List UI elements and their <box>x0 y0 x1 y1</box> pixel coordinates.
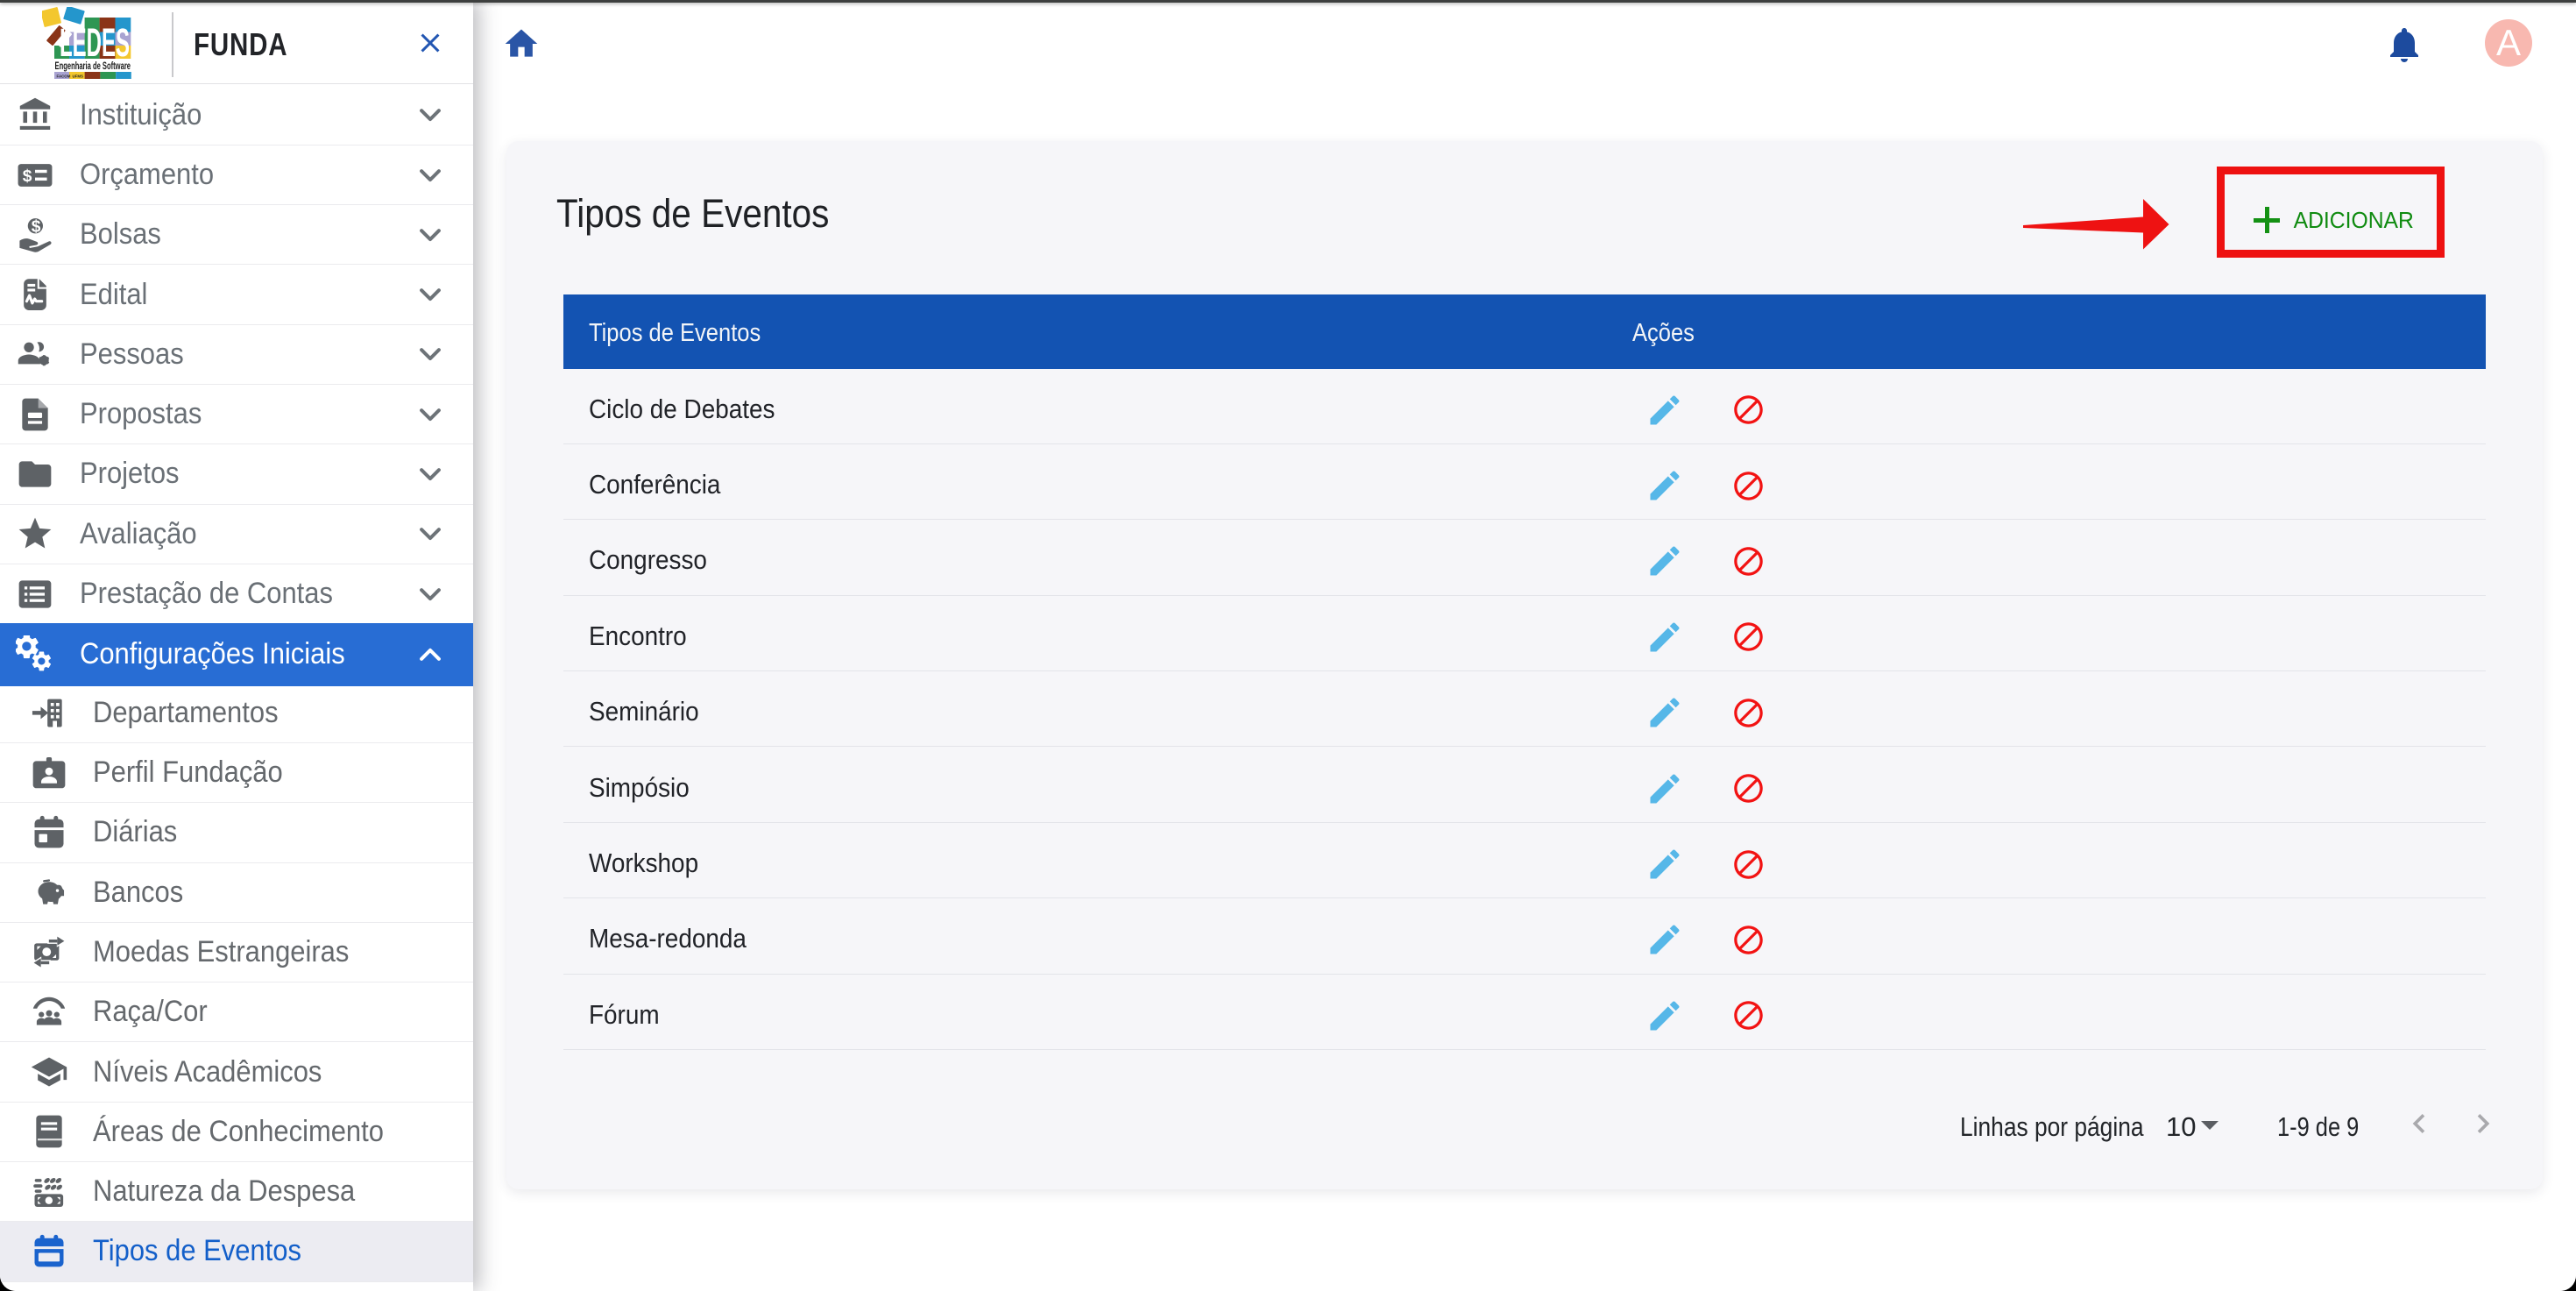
svg-text:Engenharia de Software: Engenharia de Software <box>55 61 131 72</box>
svg-text:FACOM: FACOM <box>57 74 71 79</box>
svg-text:UFMS: UFMS <box>73 74 84 79</box>
svg-text:LEDES: LEDES <box>60 20 130 65</box>
